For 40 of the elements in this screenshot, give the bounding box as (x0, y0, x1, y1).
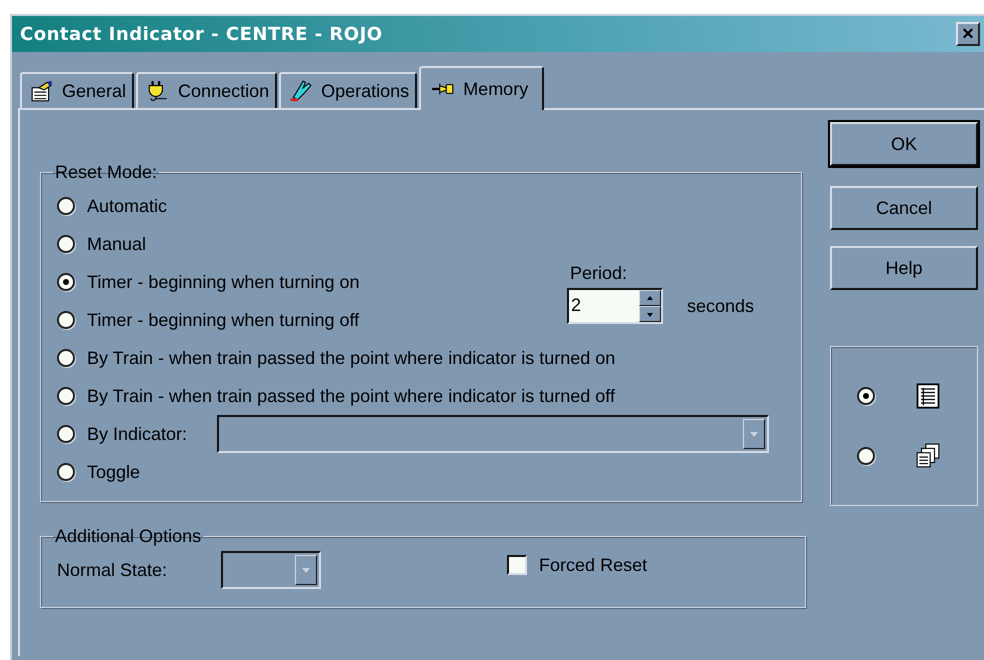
radio-button[interactable] (57, 273, 75, 291)
checkbox-label: Forced Reset (539, 554, 648, 576)
radio-button[interactable] (57, 463, 75, 481)
radio-button[interactable] (57, 311, 75, 329)
group-title: Reset Mode: (54, 162, 158, 183)
tab[interactable]: General (20, 72, 134, 108)
list-icon (915, 382, 941, 410)
tab[interactable]: Connection (136, 72, 278, 108)
radio-button[interactable] (857, 387, 875, 405)
window-title: Contact Indicator - CENTRE - ROJO (20, 24, 383, 44)
period-label: Period: (570, 263, 628, 284)
properties-icon (30, 80, 54, 102)
indicator-dropdown[interactable] (217, 415, 770, 453)
group-title: Additional Options (54, 526, 202, 547)
unit-label: seconds (687, 296, 754, 316)
option-label: Automatic (87, 196, 168, 216)
period-spinbox[interactable]: 2 (567, 288, 663, 324)
radio-button[interactable] (57, 425, 75, 443)
dialog-button[interactable]: Help (830, 246, 978, 290)
tab[interactable]: Memory (419, 66, 544, 110)
tab[interactable]: Operations (279, 72, 418, 108)
option-label: By Indicator: (87, 424, 188, 444)
option-label: Timer - beginning when turning off (87, 310, 360, 330)
option-label: Toggle (87, 462, 140, 482)
normal-state-label: Normal State: (57, 560, 168, 580)
dialog-button[interactable]: Cancel (830, 186, 978, 230)
dialog-button[interactable]: OK (830, 122, 978, 166)
radio-button[interactable] (57, 387, 75, 405)
option-label: Manual (87, 234, 146, 254)
close-button[interactable]: × (956, 22, 980, 46)
option-label: By Train - when train passed the point where indicator is turned on (87, 348, 616, 368)
checkbox[interactable] (507, 555, 528, 575)
radio-button[interactable] (57, 235, 75, 253)
normal-state-dropdown[interactable] (221, 551, 322, 589)
radio-button[interactable] (57, 349, 75, 367)
option-label: By Train - when train passed the point where indicator is turned off (87, 386, 615, 406)
stacked-pages-icon (915, 442, 941, 470)
radio-button[interactable] (57, 197, 75, 215)
radio-button[interactable] (857, 447, 875, 465)
option-label: Timer - beginning when turning on (87, 272, 360, 292)
